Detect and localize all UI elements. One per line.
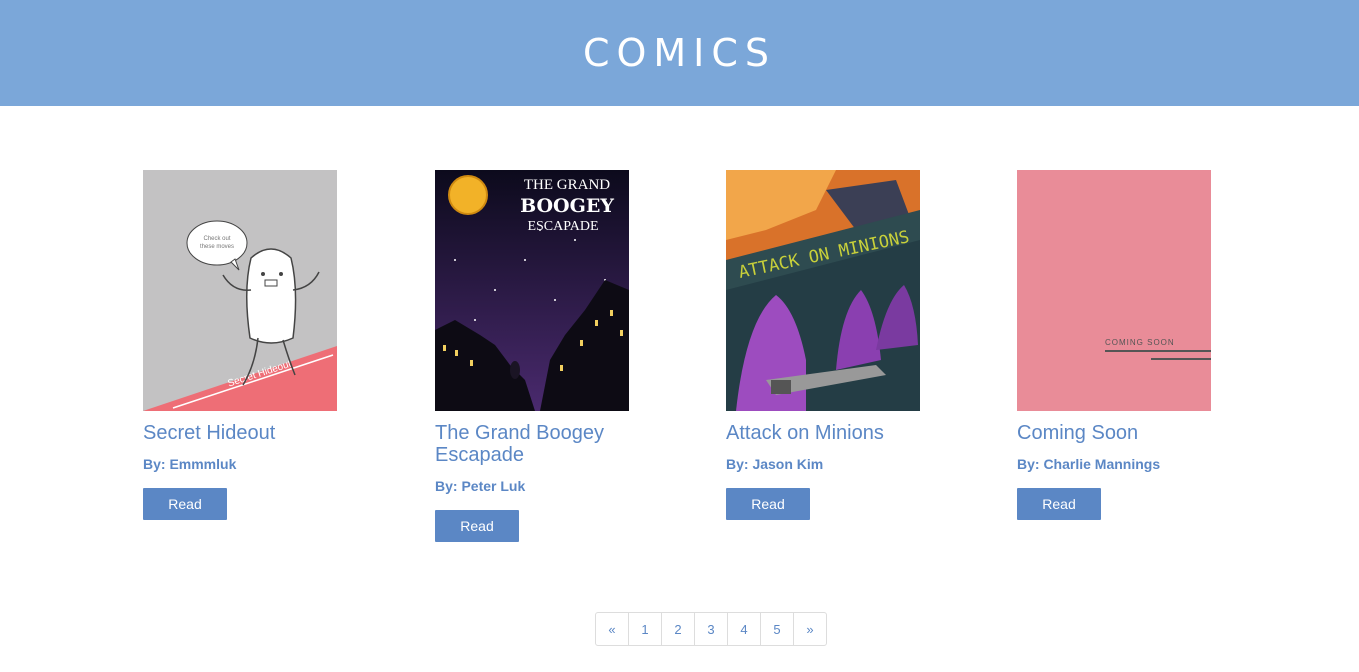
- comic-cover-secret-hideout[interactable]: Secret Hideout Check out these moves: [143, 170, 337, 411]
- pagination-page-4[interactable]: 4: [728, 613, 761, 645]
- pagination-prev-button[interactable]: «: [596, 613, 629, 645]
- comic-card: COMING SOON Coming Soon By: Charlie Mann…: [1017, 170, 1257, 520]
- comic-cover-coming-soon[interactable]: COMING SOON: [1017, 170, 1211, 411]
- comic-cover-grand-boogey[interactable]: THE GRAND BOOGEY ESCAPADE: [435, 170, 629, 411]
- comic-card: ATTACK ON MINIONS Attack on Minions By: …: [726, 170, 966, 520]
- pagination-page-2[interactable]: 2: [662, 613, 695, 645]
- comic-author: By: Emmmluk: [143, 456, 237, 472]
- svg-text:Check out: Check out: [203, 236, 230, 242]
- read-button[interactable]: Read: [435, 510, 519, 542]
- comic-cover-attack-on-minions[interactable]: ATTACK ON MINIONS: [726, 170, 920, 411]
- comic-author: By: Jason Kim: [726, 456, 824, 472]
- svg-text:BOOGEY: BOOGEY: [520, 195, 614, 217]
- svg-text:these moves: these moves: [200, 244, 234, 250]
- comic-title[interactable]: Coming Soon: [1017, 422, 1257, 444]
- read-button[interactable]: Read: [726, 488, 810, 520]
- svg-text:ESCAPADE: ESCAPADE: [527, 219, 598, 234]
- pagination-page-1[interactable]: 1: [629, 613, 662, 645]
- pagination-page-5[interactable]: 5: [761, 613, 794, 645]
- comic-title[interactable]: Attack on Minions: [726, 422, 966, 444]
- svg-text:THE GRAND: THE GRAND: [524, 177, 610, 193]
- pagination-next-button[interactable]: »: [794, 613, 826, 645]
- read-button[interactable]: Read: [143, 488, 227, 520]
- comic-title[interactable]: The Grand Boogey Escapade: [435, 422, 675, 466]
- page-header: COMICS: [0, 0, 1359, 106]
- pagination-page-3[interactable]: 3: [695, 613, 728, 645]
- comic-card: Secret Hideout Check out these moves Sec…: [143, 170, 383, 520]
- comic-title[interactable]: Secret Hideout: [143, 422, 383, 444]
- comic-card: THE GRAND BOOGEY ESCAPADE The Grand Boog…: [435, 170, 675, 542]
- comics-grid: Secret Hideout Check out these moves Sec…: [0, 170, 1359, 570]
- comic-author: By: Peter Luk: [435, 478, 526, 494]
- pagination: « 1 2 3 4 5 »: [595, 612, 827, 646]
- comic-author: By: Charlie Mannings: [1017, 456, 1161, 472]
- read-button[interactable]: Read: [1017, 488, 1101, 520]
- page-title: COMICS: [582, 31, 777, 75]
- svg-text:COMING SOON: COMING SOON: [1105, 338, 1175, 347]
